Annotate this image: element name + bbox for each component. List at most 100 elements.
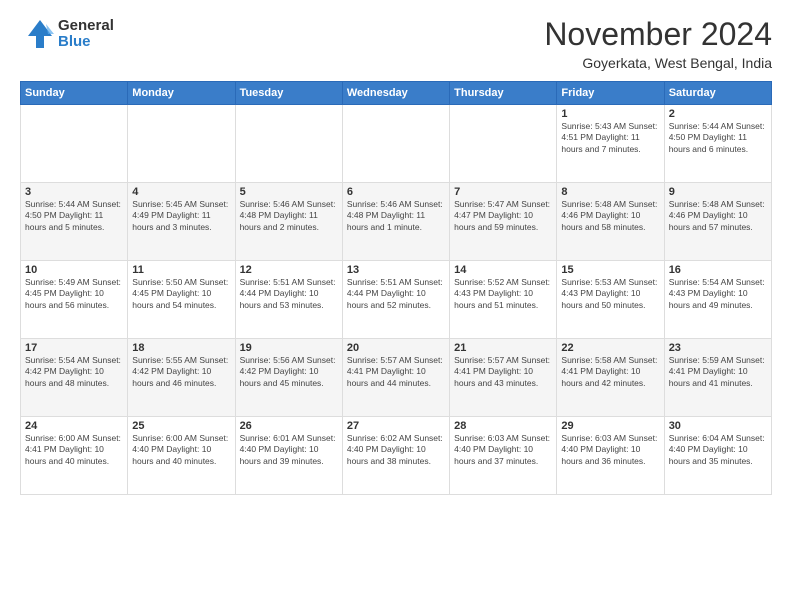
day-number: 28	[454, 420, 552, 432]
day-info: Sunrise: 6:04 AM Sunset: 4:40 PM Dayligh…	[669, 433, 767, 467]
header-sunday: Sunday	[21, 82, 128, 105]
day-info: Sunrise: 5:44 AM Sunset: 4:50 PM Dayligh…	[669, 121, 767, 155]
week-row-1: 3Sunrise: 5:44 AM Sunset: 4:50 PM Daylig…	[21, 183, 772, 261]
table-row: 23Sunrise: 5:59 AM Sunset: 4:41 PM Dayli…	[664, 339, 771, 417]
table-row: 25Sunrise: 6:00 AM Sunset: 4:40 PM Dayli…	[128, 417, 235, 495]
day-info: Sunrise: 6:00 AM Sunset: 4:41 PM Dayligh…	[25, 433, 123, 467]
table-row: 7Sunrise: 5:47 AM Sunset: 4:47 PM Daylig…	[450, 183, 557, 261]
table-row: 9Sunrise: 5:48 AM Sunset: 4:46 PM Daylig…	[664, 183, 771, 261]
day-number: 3	[25, 186, 123, 198]
header-wednesday: Wednesday	[342, 82, 449, 105]
header-saturday: Saturday	[664, 82, 771, 105]
day-number: 20	[347, 342, 445, 354]
day-number: 10	[25, 264, 123, 276]
day-info: Sunrise: 5:48 AM Sunset: 4:46 PM Dayligh…	[561, 199, 659, 233]
table-row: 24Sunrise: 6:00 AM Sunset: 4:41 PM Dayli…	[21, 417, 128, 495]
logo-general-text: General	[58, 18, 114, 35]
table-row: 1Sunrise: 5:43 AM Sunset: 4:51 PM Daylig…	[557, 105, 664, 183]
day-number: 8	[561, 186, 659, 198]
day-number: 9	[669, 186, 767, 198]
page: General Blue November 2024 Goyerkata, We…	[0, 0, 792, 612]
header: General Blue November 2024 Goyerkata, We…	[20, 16, 772, 71]
day-info: Sunrise: 6:03 AM Sunset: 4:40 PM Dayligh…	[561, 433, 659, 467]
table-row: 2Sunrise: 5:44 AM Sunset: 4:50 PM Daylig…	[664, 105, 771, 183]
table-row: 17Sunrise: 5:54 AM Sunset: 4:42 PM Dayli…	[21, 339, 128, 417]
day-info: Sunrise: 6:01 AM Sunset: 4:40 PM Dayligh…	[240, 433, 338, 467]
day-number: 27	[347, 420, 445, 432]
location: Goyerkata, West Bengal, India	[544, 55, 772, 71]
logo-icon	[20, 16, 56, 52]
day-info: Sunrise: 6:03 AM Sunset: 4:40 PM Dayligh…	[454, 433, 552, 467]
day-number: 26	[240, 420, 338, 432]
table-row: 6Sunrise: 5:46 AM Sunset: 4:48 PM Daylig…	[342, 183, 449, 261]
day-number: 19	[240, 342, 338, 354]
table-row: 15Sunrise: 5:53 AM Sunset: 4:43 PM Dayli…	[557, 261, 664, 339]
day-info: Sunrise: 6:02 AM Sunset: 4:40 PM Dayligh…	[347, 433, 445, 467]
header-friday: Friday	[557, 82, 664, 105]
day-number: 2	[669, 108, 767, 120]
day-info: Sunrise: 5:52 AM Sunset: 4:43 PM Dayligh…	[454, 277, 552, 311]
day-info: Sunrise: 5:54 AM Sunset: 4:42 PM Dayligh…	[25, 355, 123, 389]
table-row: 30Sunrise: 6:04 AM Sunset: 4:40 PM Dayli…	[664, 417, 771, 495]
day-info: Sunrise: 5:58 AM Sunset: 4:41 PM Dayligh…	[561, 355, 659, 389]
day-info: Sunrise: 5:48 AM Sunset: 4:46 PM Dayligh…	[669, 199, 767, 233]
table-row: 3Sunrise: 5:44 AM Sunset: 4:50 PM Daylig…	[21, 183, 128, 261]
day-info: Sunrise: 5:55 AM Sunset: 4:42 PM Dayligh…	[132, 355, 230, 389]
day-info: Sunrise: 5:46 AM Sunset: 4:48 PM Dayligh…	[347, 199, 445, 233]
header-monday: Monday	[128, 82, 235, 105]
logo: General Blue	[20, 16, 114, 52]
table-row	[128, 105, 235, 183]
day-info: Sunrise: 5:57 AM Sunset: 4:41 PM Dayligh…	[347, 355, 445, 389]
day-number: 21	[454, 342, 552, 354]
table-row	[450, 105, 557, 183]
day-info: Sunrise: 5:53 AM Sunset: 4:43 PM Dayligh…	[561, 277, 659, 311]
weekday-header-row: Sunday Monday Tuesday Wednesday Thursday…	[21, 82, 772, 105]
table-row	[21, 105, 128, 183]
table-row: 20Sunrise: 5:57 AM Sunset: 4:41 PM Dayli…	[342, 339, 449, 417]
day-info: Sunrise: 5:44 AM Sunset: 4:50 PM Dayligh…	[25, 199, 123, 233]
day-info: Sunrise: 5:51 AM Sunset: 4:44 PM Dayligh…	[240, 277, 338, 311]
table-row: 13Sunrise: 5:51 AM Sunset: 4:44 PM Dayli…	[342, 261, 449, 339]
day-info: Sunrise: 5:57 AM Sunset: 4:41 PM Dayligh…	[454, 355, 552, 389]
table-row: 29Sunrise: 6:03 AM Sunset: 4:40 PM Dayli…	[557, 417, 664, 495]
table-row: 4Sunrise: 5:45 AM Sunset: 4:49 PM Daylig…	[128, 183, 235, 261]
table-row: 10Sunrise: 5:49 AM Sunset: 4:45 PM Dayli…	[21, 261, 128, 339]
day-info: Sunrise: 5:51 AM Sunset: 4:44 PM Dayligh…	[347, 277, 445, 311]
day-number: 22	[561, 342, 659, 354]
table-row: 14Sunrise: 5:52 AM Sunset: 4:43 PM Dayli…	[450, 261, 557, 339]
table-row: 27Sunrise: 6:02 AM Sunset: 4:40 PM Dayli…	[342, 417, 449, 495]
day-number: 13	[347, 264, 445, 276]
month-title: November 2024	[544, 16, 772, 53]
day-number: 16	[669, 264, 767, 276]
day-info: Sunrise: 5:46 AM Sunset: 4:48 PM Dayligh…	[240, 199, 338, 233]
day-number: 12	[240, 264, 338, 276]
day-number: 24	[25, 420, 123, 432]
week-row-3: 17Sunrise: 5:54 AM Sunset: 4:42 PM Dayli…	[21, 339, 772, 417]
day-number: 17	[25, 342, 123, 354]
day-info: Sunrise: 6:00 AM Sunset: 4:40 PM Dayligh…	[132, 433, 230, 467]
table-row: 19Sunrise: 5:56 AM Sunset: 4:42 PM Dayli…	[235, 339, 342, 417]
day-number: 18	[132, 342, 230, 354]
day-number: 23	[669, 342, 767, 354]
day-number: 14	[454, 264, 552, 276]
day-info: Sunrise: 5:47 AM Sunset: 4:47 PM Dayligh…	[454, 199, 552, 233]
table-row	[342, 105, 449, 183]
table-row: 11Sunrise: 5:50 AM Sunset: 4:45 PM Dayli…	[128, 261, 235, 339]
header-tuesday: Tuesday	[235, 82, 342, 105]
day-number: 4	[132, 186, 230, 198]
table-row: 8Sunrise: 5:48 AM Sunset: 4:46 PM Daylig…	[557, 183, 664, 261]
calendar-table: Sunday Monday Tuesday Wednesday Thursday…	[20, 81, 772, 495]
table-row: 26Sunrise: 6:01 AM Sunset: 4:40 PM Dayli…	[235, 417, 342, 495]
day-info: Sunrise: 5:59 AM Sunset: 4:41 PM Dayligh…	[669, 355, 767, 389]
table-row: 5Sunrise: 5:46 AM Sunset: 4:48 PM Daylig…	[235, 183, 342, 261]
day-number: 30	[669, 420, 767, 432]
day-info: Sunrise: 5:54 AM Sunset: 4:43 PM Dayligh…	[669, 277, 767, 311]
day-info: Sunrise: 5:56 AM Sunset: 4:42 PM Dayligh…	[240, 355, 338, 389]
table-row: 22Sunrise: 5:58 AM Sunset: 4:41 PM Dayli…	[557, 339, 664, 417]
week-row-4: 24Sunrise: 6:00 AM Sunset: 4:41 PM Dayli…	[21, 417, 772, 495]
day-number: 7	[454, 186, 552, 198]
title-block: November 2024 Goyerkata, West Bengal, In…	[544, 16, 772, 71]
day-number: 1	[561, 108, 659, 120]
table-row: 16Sunrise: 5:54 AM Sunset: 4:43 PM Dayli…	[664, 261, 771, 339]
day-info: Sunrise: 5:49 AM Sunset: 4:45 PM Dayligh…	[25, 277, 123, 311]
